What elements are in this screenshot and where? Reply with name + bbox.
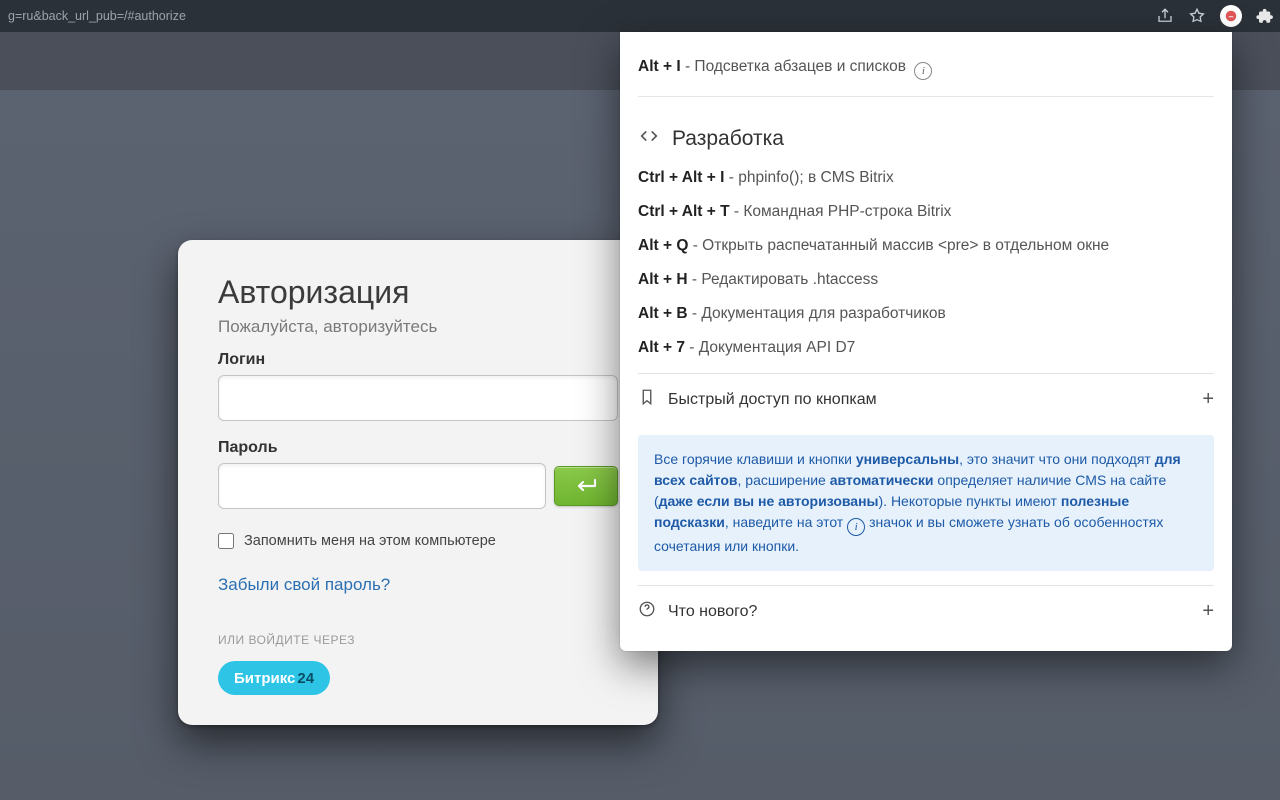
bitrix24-text: Битрикс	[234, 670, 295, 687]
password-input[interactable]	[218, 463, 546, 509]
shortcut-alt-q: Alt + Q - Открыть распечатанный массив <…	[638, 237, 1214, 255]
bitrix24-num: 24	[297, 670, 314, 687]
remember-label: Запомнить меня на этом компьютере	[244, 533, 496, 549]
expand-plus-icon[interactable]: +	[1202, 600, 1214, 623]
bookmark-icon	[638, 388, 656, 411]
chrome-right-icons	[1156, 5, 1274, 27]
enter-icon	[573, 478, 599, 494]
remember-checkbox[interactable]	[218, 533, 234, 549]
divider	[638, 96, 1214, 97]
extension-popup: Alt + I - Подсветка абзацев и списков i …	[620, 32, 1232, 651]
shortcut-ctrl-alt-t: Ctrl + Alt + T - Командная PHP-строка Bi…	[638, 203, 1214, 221]
login-title: Авторизация	[218, 274, 618, 311]
help-icon	[638, 600, 656, 623]
browser-top-bar: g=ru&back_url_pub=/#authorize	[0, 0, 1280, 32]
quick-access-row[interactable]: Быстрый доступ по кнопкам +	[638, 373, 1214, 425]
login-card: Авторизация Пожалуйста, авторизуйтесь Ло…	[178, 240, 658, 725]
share-icon[interactable]	[1156, 7, 1174, 25]
section-dev-header: Разработка	[638, 125, 1214, 153]
hint-box: Все горячие клавиши и кнопки универсальн…	[638, 435, 1214, 571]
shortcut-alt-h: Alt + H - Редактировать .htaccess	[638, 271, 1214, 289]
forgot-password-link[interactable]: Забыли свой пароль?	[218, 575, 618, 595]
bitrix24-login-button[interactable]: Битрикс24	[218, 661, 330, 695]
extension-active-icon[interactable]	[1220, 5, 1242, 27]
remember-row[interactable]: Запомнить меня на этом компьютере	[218, 533, 618, 549]
or-login-via-label: ИЛИ ВОЙДИТЕ ЧЕРЕЗ	[218, 633, 618, 647]
expand-plus-icon[interactable]: +	[1202, 388, 1214, 411]
info-icon[interactable]: i	[914, 62, 932, 80]
login-subtitle: Пожалуйста, авторизуйтесь	[218, 317, 618, 337]
password-label: Пароль	[218, 439, 618, 457]
shortcut-ctrl-alt-i: Ctrl + Alt + I - phpinfo(); в CMS Bitrix	[638, 169, 1214, 187]
bookmark-star-icon[interactable]	[1188, 7, 1206, 25]
login-label: Логин	[218, 351, 618, 369]
url-fragment: g=ru&back_url_pub=/#authorize	[8, 9, 186, 23]
shortcut-alt-b: Alt + B - Документация для разработчиков	[638, 305, 1214, 323]
code-icon	[638, 125, 660, 153]
login-input[interactable]	[218, 375, 618, 421]
info-icon: i	[847, 518, 865, 536]
whats-new-row[interactable]: Что нового? +	[638, 585, 1214, 637]
extensions-puzzle-icon[interactable]	[1256, 7, 1274, 25]
shortcut-alt-i: Alt + I - Подсветка абзацев и списков i	[638, 58, 1214, 80]
shortcut-alt-7: Alt + 7 - Документация API D7	[638, 339, 1214, 357]
submit-button[interactable]	[554, 466, 618, 506]
